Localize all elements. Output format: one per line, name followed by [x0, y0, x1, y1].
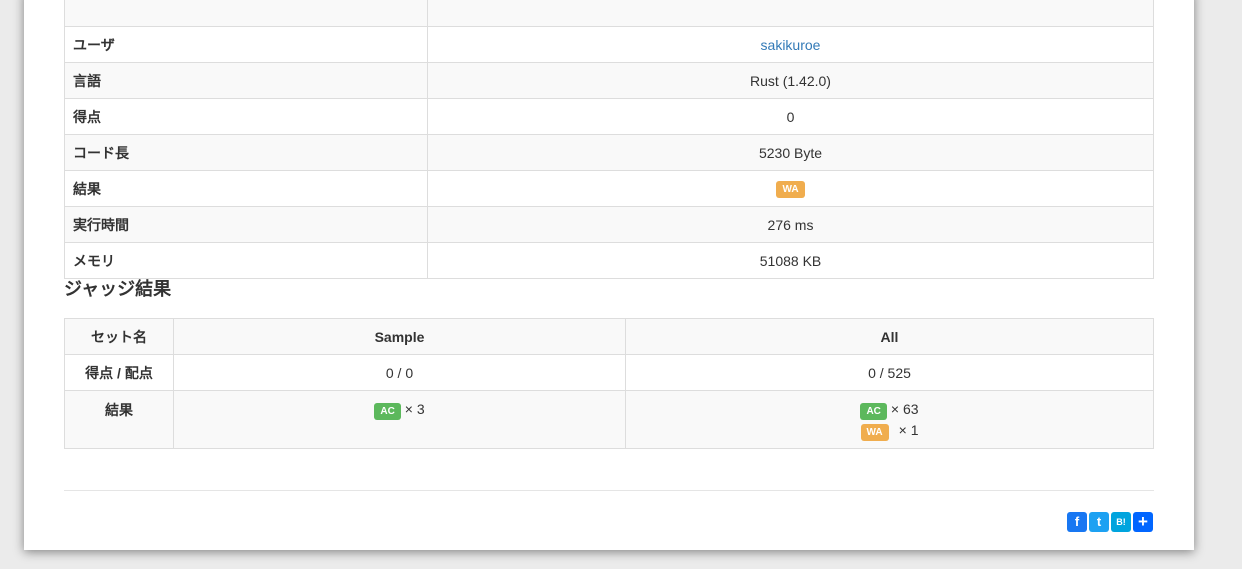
- row-value: 51088 KB: [427, 242, 1154, 279]
- wa-badge: WA: [860, 424, 889, 441]
- table-row-exec-time: 実行時間 276 ms: [64, 206, 1154, 243]
- table-row-result: 結果 WA: [64, 170, 1154, 207]
- hatena-bookmark-icon[interactable]: B!: [1111, 512, 1131, 532]
- row-value: 5230 Byte: [427, 134, 1154, 171]
- judge-heading: ジャッジ結果: [64, 279, 172, 299]
- row-value: [427, 0, 1154, 27]
- table-row-code-length: コード長 5230 Byte: [64, 134, 1154, 171]
- submission-info-table: ユーザ sakikuroe 言語 Rust (1.42.0) 得点 0 コード長…: [64, 0, 1154, 279]
- table-row-result: 結果 AC × 3 AC × 63 WA × 1: [64, 390, 1154, 449]
- divider: [64, 490, 1154, 491]
- result-sample: AC × 3: [173, 390, 626, 449]
- row-label: ユーザ: [64, 26, 428, 63]
- row-value: sakikuroe: [427, 26, 1154, 63]
- score-all: 0 / 525: [625, 354, 1154, 391]
- row-label: コード長: [64, 134, 428, 171]
- result-line: AC × 63: [634, 401, 1145, 420]
- score-sample: 0 / 0: [173, 354, 626, 391]
- ac-badge: AC: [374, 403, 401, 420]
- wa-count: × 1: [898, 422, 919, 438]
- ac-count: × 63: [890, 401, 919, 417]
- judge-result-table: セット名 Sample All 得点 / 配点 0 / 0 0 / 525 結果…: [64, 318, 1154, 449]
- column-header: All: [625, 318, 1154, 355]
- row-label: 実行時間: [64, 206, 428, 243]
- table-row-language: 言語 Rust (1.42.0): [64, 62, 1154, 99]
- table-row-score: 得点 0: [64, 98, 1154, 135]
- row-value: Rust (1.42.0): [427, 62, 1154, 99]
- facebook-icon[interactable]: f: [1067, 512, 1087, 532]
- row-value: WA: [427, 170, 1154, 207]
- twitter-icon[interactable]: t: [1089, 512, 1109, 532]
- table-row-memory: メモリ 51088 KB: [64, 242, 1154, 279]
- result-all: AC × 63 WA × 1: [625, 390, 1154, 449]
- ac-badge: AC: [860, 403, 887, 420]
- table-row-score: 得点 / 配点 0 / 0 0 / 525: [64, 354, 1154, 391]
- share-buttons: f t B! +: [1067, 512, 1153, 532]
- row-value: 0: [427, 98, 1154, 135]
- submission-panel: ユーザ sakikuroe 言語 Rust (1.42.0) 得点 0 コード長…: [24, 0, 1194, 550]
- row-label: 得点 / 配点: [64, 354, 174, 391]
- row-label: 得点: [64, 98, 428, 135]
- row-label: メモリ: [64, 242, 428, 279]
- row-value: 276 ms: [427, 206, 1154, 243]
- row-label: 言語: [64, 62, 428, 99]
- row-label: 結果: [64, 170, 428, 207]
- row-label: [64, 0, 428, 27]
- share-plus-icon[interactable]: +: [1133, 512, 1153, 532]
- table-row-user: ユーザ sakikuroe: [64, 26, 1154, 63]
- column-header: セット名: [64, 318, 174, 355]
- result-line: WA × 1: [634, 422, 1145, 441]
- ac-count: × 3: [404, 401, 425, 417]
- row-label: 結果: [64, 390, 174, 449]
- user-link[interactable]: sakikuroe: [761, 37, 821, 53]
- table-row-top: [64, 0, 1154, 27]
- column-header: Sample: [173, 318, 626, 355]
- status-badge: WA: [776, 181, 805, 198]
- table-header-row: セット名 Sample All: [64, 318, 1154, 355]
